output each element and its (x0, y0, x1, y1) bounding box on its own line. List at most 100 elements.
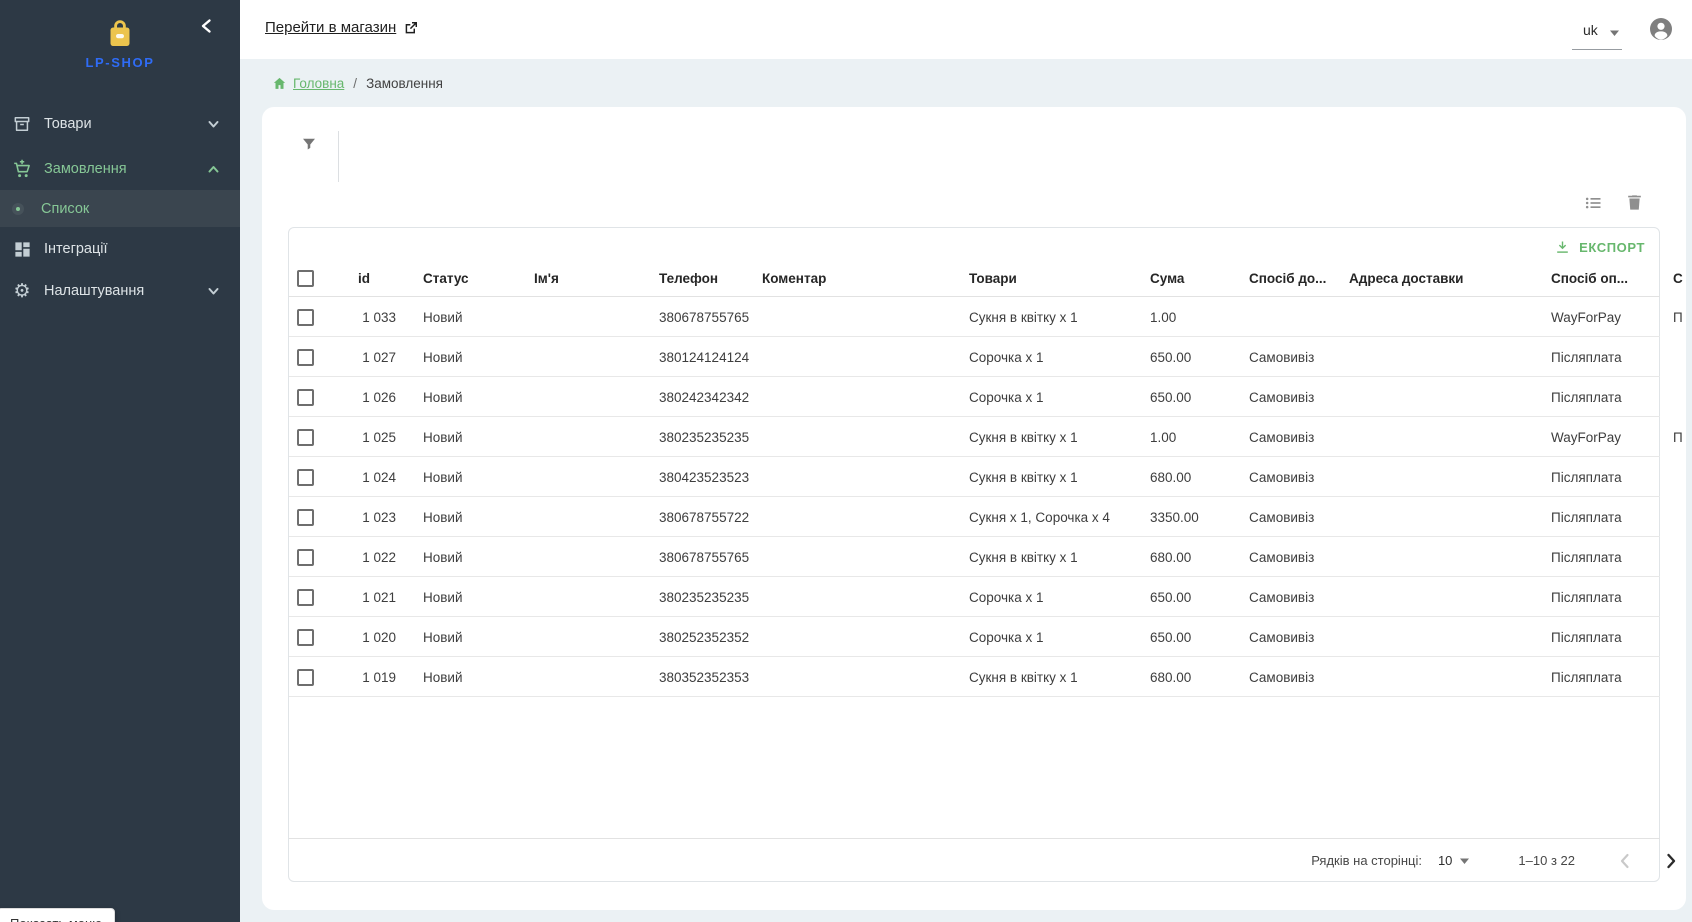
next-page-button[interactable] (1659, 849, 1683, 873)
home-icon (272, 76, 287, 91)
table-row[interactable]: 1 025Новий380235235235Сукня в квітку x 1… (289, 417, 1686, 457)
column-header-products[interactable]: Товари (969, 271, 1150, 286)
external-link-icon (403, 20, 419, 36)
column-header-id[interactable]: id (325, 271, 400, 286)
filter-icon (300, 135, 318, 153)
cell-products: Сукня x 1, Сорочка x 4 (969, 510, 1150, 525)
cell-products: Сорочка x 1 (969, 630, 1150, 645)
cell-products: Сукня в квітку x 1 (969, 670, 1150, 685)
column-header-status[interactable]: Статус (400, 271, 534, 286)
table-row[interactable]: 1 021Новий380235235235Сорочка x 1650.00С… (289, 577, 1686, 617)
table-row[interactable]: 1 020Новий380252352352Сорочка x 1650.00С… (289, 617, 1686, 657)
table-row[interactable]: 1 024Новий380423523523Сукня в квітку x 1… (289, 457, 1686, 497)
sidebar-item-orders-list[interactable]: Список (0, 190, 240, 227)
table-row[interactable]: 1 027Новий380124124124Сорочка x 1650.00С… (289, 337, 1686, 377)
content-area: Головна / Замовлення (240, 59, 1692, 922)
table-row[interactable]: 1 026Новий380242342342Сорочка x 1650.00С… (289, 377, 1686, 417)
row-checkbox[interactable] (297, 629, 314, 646)
cell-id: 1 027 (325, 350, 400, 365)
user-avatar[interactable] (1649, 17, 1673, 41)
row-checkbox[interactable] (297, 669, 314, 686)
cell-delivery: Самовивіз (1249, 430, 1349, 445)
row-checkbox[interactable] (297, 429, 314, 446)
cell-status: Новий (400, 430, 534, 445)
cell-id: 1 023 (325, 510, 400, 525)
main-area: Перейти в магазин uk (240, 0, 1692, 922)
sidebar-item-orders[interactable]: Замовлення (0, 148, 240, 190)
column-header-phone[interactable]: Телефон (659, 271, 762, 286)
row-checkbox[interactable] (297, 549, 314, 566)
logo-text: LP-SHOP (0, 55, 240, 70)
orders-table: idСтатусІм'яТелефонКоментарТовариСумаСпо… (289, 259, 1686, 697)
row-select-cell (289, 549, 325, 566)
row-checkbox[interactable] (297, 509, 314, 526)
row-select-cell (289, 589, 325, 606)
table-row[interactable]: 1 033Новий380678755765Сукня в квітку x 1… (289, 297, 1686, 337)
cell-payment: Післяплата (1551, 630, 1673, 645)
sidebar-item-settings[interactable]: ⚙ Налаштування (0, 270, 240, 312)
breadcrumb-home-link[interactable]: Головна (272, 76, 344, 91)
cell-id: 1 021 (325, 590, 400, 605)
cell-products: Сорочка x 1 (969, 350, 1150, 365)
box-icon (9, 112, 35, 136)
row-checkbox[interactable] (297, 589, 314, 606)
cell-sum: 650.00 (1150, 630, 1249, 645)
breadcrumb-current: Замовлення (366, 76, 443, 91)
gear-icon: ⚙ (9, 279, 35, 303)
pagination-bar: Рядків на сторінці: 10 1–10 з 22 (289, 838, 1683, 883)
row-checkbox[interactable] (297, 469, 314, 486)
column-header-delivery[interactable]: Спосіб до... (1249, 271, 1349, 286)
table-row[interactable]: 1 023Новий380678755722Сукня x 1, Сорочка… (289, 497, 1686, 537)
logo[interactable]: LP-SHOP (0, 16, 240, 70)
row-checkbox[interactable] (297, 389, 314, 406)
cell-products: Сорочка x 1 (969, 390, 1150, 405)
column-header-sum[interactable]: Сума (1150, 271, 1249, 286)
cell-phone: 380242342342 (659, 390, 762, 405)
cell-payment: Післяплата (1551, 470, 1673, 485)
previous-page-button[interactable] (1613, 849, 1637, 873)
column-header-payment[interactable]: Спосіб оп... (1551, 271, 1673, 286)
row-select-cell (289, 309, 325, 326)
cell-sum: 650.00 (1150, 590, 1249, 605)
chevron-down-icon (207, 285, 220, 298)
sidebar-item-products[interactable]: Товари (0, 103, 240, 145)
language-select[interactable]: uk (1572, 20, 1622, 50)
cell-pay_status: П (1673, 310, 1686, 325)
cell-phone: 380252352352 (659, 630, 762, 645)
column-header-pay_status[interactable]: С (1673, 271, 1686, 286)
rows-per-page-select[interactable]: 10 (1438, 853, 1470, 868)
filter-button[interactable] (300, 135, 326, 161)
column-header-name[interactable]: Ім'я (534, 271, 659, 286)
list-panel: ЕКСПОРТ idСтатусІм'яТелефонКоментарТовар… (262, 107, 1686, 910)
cell-phone: 380235235235 (659, 590, 762, 605)
language-value: uk (1583, 22, 1598, 38)
row-checkbox[interactable] (297, 309, 314, 326)
sidebar-item-label: Товари (44, 116, 92, 132)
sidebar-item-integrations[interactable]: Інтеграції (0, 228, 240, 270)
table-row[interactable]: 1 019Новий380352352353Сукня в квітку x 1… (289, 657, 1686, 697)
cell-phone: 380235235235 (659, 430, 762, 445)
cell-products: Сукня в квітку x 1 (969, 310, 1150, 325)
column-header-comment[interactable]: Коментар (762, 271, 969, 286)
cell-payment: Післяплата (1551, 390, 1673, 405)
column-header-address[interactable]: Адреса доставки (1349, 271, 1551, 286)
select-all-cell (289, 270, 325, 287)
cell-id: 1 026 (325, 390, 400, 405)
bullet-icon (12, 203, 24, 215)
export-label: ЕКСПОРТ (1579, 240, 1645, 255)
cell-id: 1 033 (325, 310, 400, 325)
view-list-button[interactable] (1583, 193, 1607, 217)
go-to-store-link[interactable]: Перейти в магазин (265, 19, 419, 36)
go-to-store-label: Перейти в магазин (265, 19, 396, 36)
export-button[interactable]: ЕКСПОРТ (1546, 234, 1653, 260)
sidebar-item-label: Інтеграції (44, 241, 108, 257)
table-row[interactable]: 1 022Новий380678755765Сукня в квітку x 1… (289, 537, 1686, 577)
cell-status: Новий (400, 310, 534, 325)
cell-delivery: Самовивіз (1249, 350, 1349, 365)
sidebar-item-label: Налаштування (44, 283, 144, 299)
cell-sum: 1.00 (1150, 310, 1249, 325)
delete-button[interactable] (1625, 193, 1649, 217)
cell-payment: WayForPay (1551, 430, 1673, 445)
select-all-checkbox[interactable] (297, 270, 314, 287)
row-checkbox[interactable] (297, 349, 314, 366)
